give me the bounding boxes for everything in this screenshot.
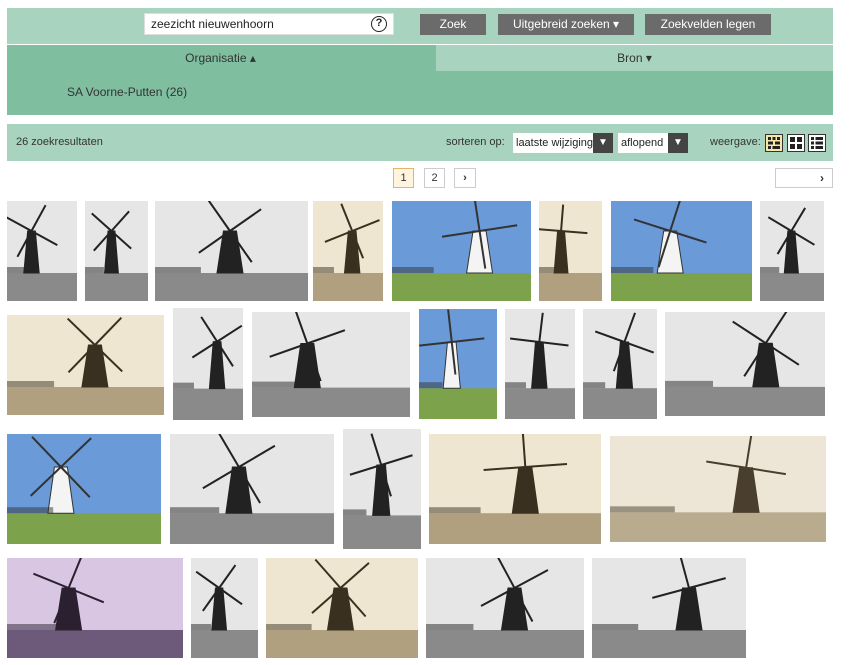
help-icon[interactable]: ? xyxy=(371,16,387,32)
sort-order-select[interactable]: aflopend ▼ xyxy=(618,133,688,153)
tab-source[interactable]: Bron ▾ xyxy=(436,45,833,71)
sort-field-value: laatste wijziging xyxy=(516,137,594,149)
next-arrow-button[interactable]: › xyxy=(775,168,833,188)
sort-field-select[interactable]: laatste wijziging ▼ xyxy=(513,133,613,153)
chevron-down-icon: ▼ xyxy=(668,133,688,153)
thumbnail-image[interactable] xyxy=(426,558,584,658)
view-tiles-button[interactable] xyxy=(765,134,783,152)
view-list-button[interactable] xyxy=(808,134,826,152)
tiles-icon xyxy=(768,137,780,149)
thumbnail-image[interactable] xyxy=(313,201,383,301)
thumbnail-image[interactable] xyxy=(539,201,602,301)
windmill-picture xyxy=(539,201,602,301)
sort-label: sorteren op: xyxy=(446,136,505,148)
grid-icon xyxy=(790,137,802,149)
advanced-search-button[interactable]: Uitgebreid zoeken ▾ xyxy=(498,14,634,35)
windmill-picture xyxy=(7,201,77,301)
page-button-1[interactable]: 1 xyxy=(393,168,414,188)
next-page-button[interactable]: › xyxy=(454,168,476,188)
page-button-2[interactable]: 2 xyxy=(424,168,445,188)
facet-panel: Organisatie ▴ Bron ▾ SA Voorne-Putten (2… xyxy=(7,45,833,115)
thumbnail-image[interactable] xyxy=(419,309,497,419)
windmill-picture xyxy=(7,558,183,658)
thumbnail-image[interactable] xyxy=(505,309,575,419)
thumbnail-image[interactable] xyxy=(429,434,601,544)
windmill-picture xyxy=(7,434,161,544)
thumbnail-image[interactable] xyxy=(266,558,418,658)
thumbnail-image[interactable] xyxy=(7,201,77,301)
view-label: weergave: xyxy=(710,136,761,148)
windmill-picture xyxy=(665,312,825,416)
windmill-picture xyxy=(170,434,334,544)
windmill-picture xyxy=(426,558,584,658)
windmill-picture xyxy=(155,201,308,301)
chevron-down-icon: ▼ xyxy=(593,133,613,153)
windmill-picture xyxy=(173,308,243,420)
windmill-picture xyxy=(392,201,531,301)
thumbnail-image[interactable] xyxy=(7,558,183,658)
search-box: ? xyxy=(144,13,394,35)
windmill-picture xyxy=(429,434,601,544)
search-button[interactable]: Zoek xyxy=(420,14,486,35)
thumbnail-image[interactable] xyxy=(155,201,308,301)
thumbnail-image[interactable] xyxy=(343,429,421,549)
result-count: 26 zoekresultaten xyxy=(16,136,103,148)
thumbnail-image[interactable] xyxy=(7,434,161,544)
thumbnail-image[interactable] xyxy=(583,309,657,419)
facet-value-organisation[interactable]: SA Voorne-Putten (26) xyxy=(67,85,187,99)
windmill-picture xyxy=(611,201,752,301)
thumbnail-image[interactable] xyxy=(611,201,752,301)
results-toolbar: 26 zoekresultaten sorteren op: laatste w… xyxy=(7,124,833,161)
list-icon xyxy=(811,137,823,149)
windmill-picture xyxy=(419,309,497,419)
thumbnail-image[interactable] xyxy=(392,201,531,301)
tab-organisation[interactable]: Organisatie ▴ xyxy=(7,45,434,71)
windmill-picture xyxy=(583,309,657,419)
view-grid-button[interactable] xyxy=(787,134,805,152)
windmill-picture xyxy=(610,436,826,542)
thumbnail-image[interactable] xyxy=(7,315,164,415)
windmill-picture xyxy=(85,201,148,301)
thumbnail-image[interactable] xyxy=(610,436,826,542)
sort-order-value: aflopend xyxy=(621,137,664,149)
windmill-picture xyxy=(592,558,746,658)
windmill-picture xyxy=(252,312,410,417)
windmill-picture xyxy=(7,315,164,415)
windmill-picture xyxy=(191,558,258,658)
thumbnail-image[interactable] xyxy=(173,308,243,420)
thumbnail-image[interactable] xyxy=(760,201,824,301)
windmill-picture xyxy=(313,201,383,301)
thumbnail-image[interactable] xyxy=(592,558,746,658)
windmill-picture xyxy=(505,309,575,419)
thumbnail-image[interactable] xyxy=(85,201,148,301)
search-bar: ? Zoek Uitgebreid zoeken ▾ Zoekvelden le… xyxy=(7,8,833,44)
thumbnail-image[interactable] xyxy=(170,434,334,544)
thumbnail-image[interactable] xyxy=(191,558,258,658)
thumbnail-image[interactable] xyxy=(665,312,825,416)
windmill-picture xyxy=(343,429,421,549)
clear-fields-button[interactable]: Zoekvelden legen xyxy=(645,14,771,35)
windmill-picture xyxy=(266,558,418,658)
thumbnail-image[interactable] xyxy=(252,312,410,417)
search-input[interactable] xyxy=(151,16,361,32)
windmill-picture xyxy=(760,201,824,301)
